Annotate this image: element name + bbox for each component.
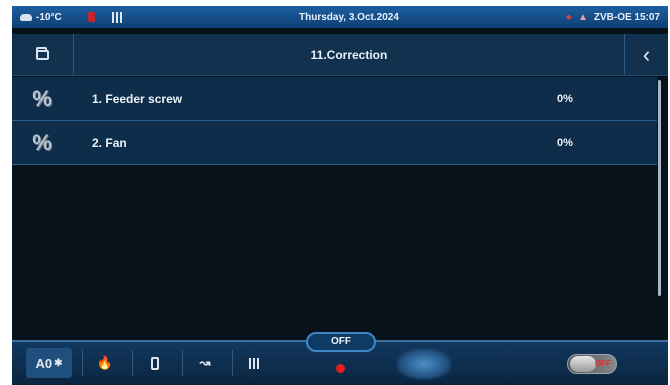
list-item-index: 2. [92, 135, 103, 150]
radiator-icon [111, 11, 124, 23]
percent-icon: % [32, 129, 52, 155]
record-icon [336, 364, 345, 373]
outdoor-temperature: -10°C [36, 11, 62, 23]
device-clock: ZVB-OE 15:07 [593, 11, 660, 23]
list-item-text: Feeder screw [105, 91, 183, 106]
back-button[interactable]: ‹ [624, 34, 668, 75]
device-screen: -10°C Thursday, 3.Oct.2024 ● ▲ ZVB-OE 15… [12, 6, 668, 385]
page-header: 11.Correction ‹ [12, 34, 668, 76]
boiler-button[interactable] [138, 348, 172, 378]
radiator-icon [249, 357, 261, 369]
mode-label: A0 [35, 355, 53, 371]
page-title: 11.Correction [310, 47, 388, 62]
menu-button[interactable] [396, 348, 452, 380]
tap-button[interactable]: ↝ [188, 348, 222, 378]
cloud-icon [20, 13, 32, 21]
percent-icon: % [32, 85, 52, 111]
alarm-icon: ● [565, 11, 572, 23]
boiler-icon [151, 356, 159, 370]
list-item-text: Fan [105, 135, 127, 150]
warning-icon: ▲ [577, 11, 588, 23]
list-item-label: 2. Fan [72, 136, 557, 150]
list-item-label: 1. Feeder screw [72, 92, 557, 106]
list-item-fan[interactable]: % 2. Fan 0% [12, 121, 657, 165]
bottom-toolbar: A0 ✱ 🔥 ↝ OFF OFF [12, 332, 668, 385]
status-right: ● ▲ ZVB-OE 15:07 [566, 12, 668, 23]
list-item-feeder-screw[interactable]: % 1. Feeder screw 0% [12, 77, 657, 121]
list-scrollbar[interactable] [658, 80, 661, 296]
status-bar: -10°C Thursday, 3.Oct.2024 ● ▲ ZVB-OE 15… [12, 6, 668, 28]
fan-icon: ✱ [54, 357, 63, 369]
radiator-button[interactable] [238, 348, 272, 378]
flame-icon: 🔥 [96, 355, 114, 370]
folder-icon [36, 46, 49, 60]
toolbar-divider [82, 350, 83, 376]
correction-list: % 1. Feeder screw 0% % 2. Fan 0% [12, 77, 657, 165]
status-datetime: Thursday, 3.Oct.2024 [299, 11, 399, 23]
power-toggle[interactable]: OFF [567, 354, 617, 374]
chevron-left-icon: ‹ [642, 41, 651, 67]
tap-icon: ↝ [199, 355, 211, 370]
heating-icon [87, 12, 108, 22]
mode-button[interactable]: A0 ✱ [26, 348, 72, 378]
toolbar-divider [182, 350, 183, 376]
list-item-value: 0% [557, 136, 573, 149]
off-status-tab[interactable]: OFF [306, 332, 376, 352]
folder-button[interactable] [12, 34, 74, 75]
list-item-value: 0% [557, 92, 573, 105]
flame-button[interactable]: 🔥 [88, 348, 122, 378]
status-left: -10°C [12, 11, 132, 23]
toolbar-divider [232, 350, 233, 376]
toggle-state: OFF [595, 359, 611, 368]
toolbar-divider [132, 350, 133, 376]
toggle-knob [570, 356, 596, 372]
list-item-index: 1. [92, 91, 103, 106]
